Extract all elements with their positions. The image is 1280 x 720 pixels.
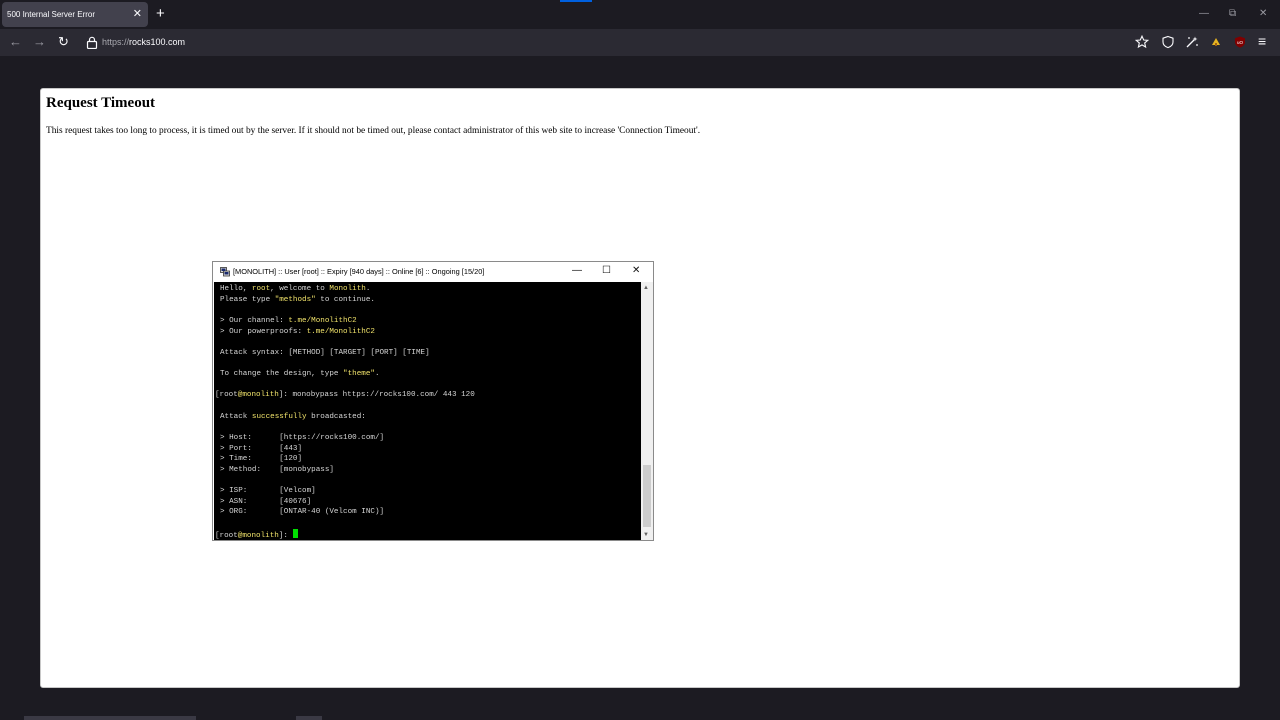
terminal-line: > ORG: [ONTAR-40 (Velcom INC)] (220, 508, 385, 517)
navigation-toolbar: ← → ↻ https://rocks100.com uO ≡ (0, 29, 1280, 56)
menu-icon[interactable]: ≡ (1258, 33, 1266, 49)
taskbar-hint (24, 716, 196, 720)
svg-text:uO: uO (1237, 40, 1244, 45)
terminal-output[interactable]: Hello, root, welcome to Monolith. Please… (214, 282, 641, 540)
forward-button[interactable]: → (33, 34, 46, 50)
taskbar-hint (296, 716, 322, 720)
window-restore-button[interactable]: ⧉ (1229, 7, 1236, 21)
terminal-line: Attack syntax: [METHOD] [TARGET] [PORT] … (220, 348, 430, 357)
window-close-button[interactable]: ✕ (1259, 7, 1267, 21)
terminal-close-button[interactable]: ✕ (632, 265, 640, 277)
terminal-line: > Host: [https://rocks100.com/] (220, 433, 385, 442)
terminal-line: > Our powerproofs: t.me/MonolithC2 (220, 327, 375, 336)
terminal-line: To change the design, type "theme". (220, 370, 380, 379)
terminal-line: [root@monolith]: monobypass https://rock… (215, 391, 475, 400)
back-button[interactable]: ← (9, 34, 22, 50)
tab-active[interactable]: 500 Internal Server Error ✕ (2, 2, 148, 27)
terminal-line: Please type "methods" to continue. (220, 295, 375, 304)
terminal-minimize-button[interactable]: — (572, 265, 582, 277)
terminal-prompt[interactable]: [root@monolith]: (215, 528, 641, 540)
terminal-line: Attack successfully broadcasted: (220, 412, 366, 421)
reload-button[interactable]: ↻ (58, 34, 69, 50)
tab-strip: 500 Internal Server Error ✕ + — ⧉ ✕ (0, 0, 1280, 29)
terminal-line: > ASN: [40676] (220, 497, 312, 506)
new-tab-button[interactable]: + (156, 6, 165, 22)
putty-icon (220, 267, 230, 277)
extension-yellow-icon[interactable] (1209, 35, 1223, 49)
terminal-maximize-button[interactable]: ☐ (602, 265, 611, 277)
address-bar[interactable]: https://rocks100.com (80, 32, 1150, 53)
tab-accent-line (560, 0, 592, 2)
terminal-line: > Method: [monobypass] (220, 465, 334, 474)
shield-icon[interactable] (1161, 35, 1175, 49)
url-text[interactable]: https://rocks100.com (102, 37, 185, 47)
scroll-up-icon[interactable]: ▲ (643, 284, 649, 292)
error-message: This request takes too long to process, … (46, 126, 701, 136)
tab-close-icon[interactable]: ✕ (133, 7, 142, 21)
terminal-line: Hello, root, welcome to Monolith. (220, 285, 371, 293)
terminal-line: > Port: [443] (220, 444, 303, 453)
terminal-line: > Time: [120] (220, 455, 303, 464)
url-host: rocks100.com (129, 37, 186, 47)
window-minimize-button[interactable]: — (1199, 7, 1209, 21)
tab-title: 500 Internal Server Error (7, 10, 96, 19)
terminal-line: > Our channel: t.me/MonolithC2 (220, 316, 357, 325)
scrollbar-thumb[interactable] (643, 465, 651, 527)
terminal-titlebar[interactable]: [MONOLITH] :: User [root] :: Expiry [940… (213, 262, 653, 282)
terminal-title: [MONOLITH] :: User [root] :: Expiry [940… (233, 267, 485, 276)
terminal-window[interactable]: [MONOLITH] :: User [root] :: Expiry [940… (212, 261, 654, 541)
scroll-down-icon[interactable]: ▼ (643, 531, 649, 539)
ublock-icon[interactable]: uO (1233, 35, 1247, 49)
page-title: Request Timeout (46, 95, 156, 111)
terminal-line: > ISP: [Velcom] (220, 487, 316, 496)
terminal-cursor (292, 528, 298, 538)
lock-icon[interactable] (86, 36, 98, 49)
terminal-scrollbar[interactable]: ▲ ▼ (641, 282, 653, 540)
extension-wand-icon[interactable] (1185, 35, 1199, 49)
bookmark-star-icon[interactable] (1135, 35, 1149, 49)
url-scheme: https:// (102, 37, 130, 47)
